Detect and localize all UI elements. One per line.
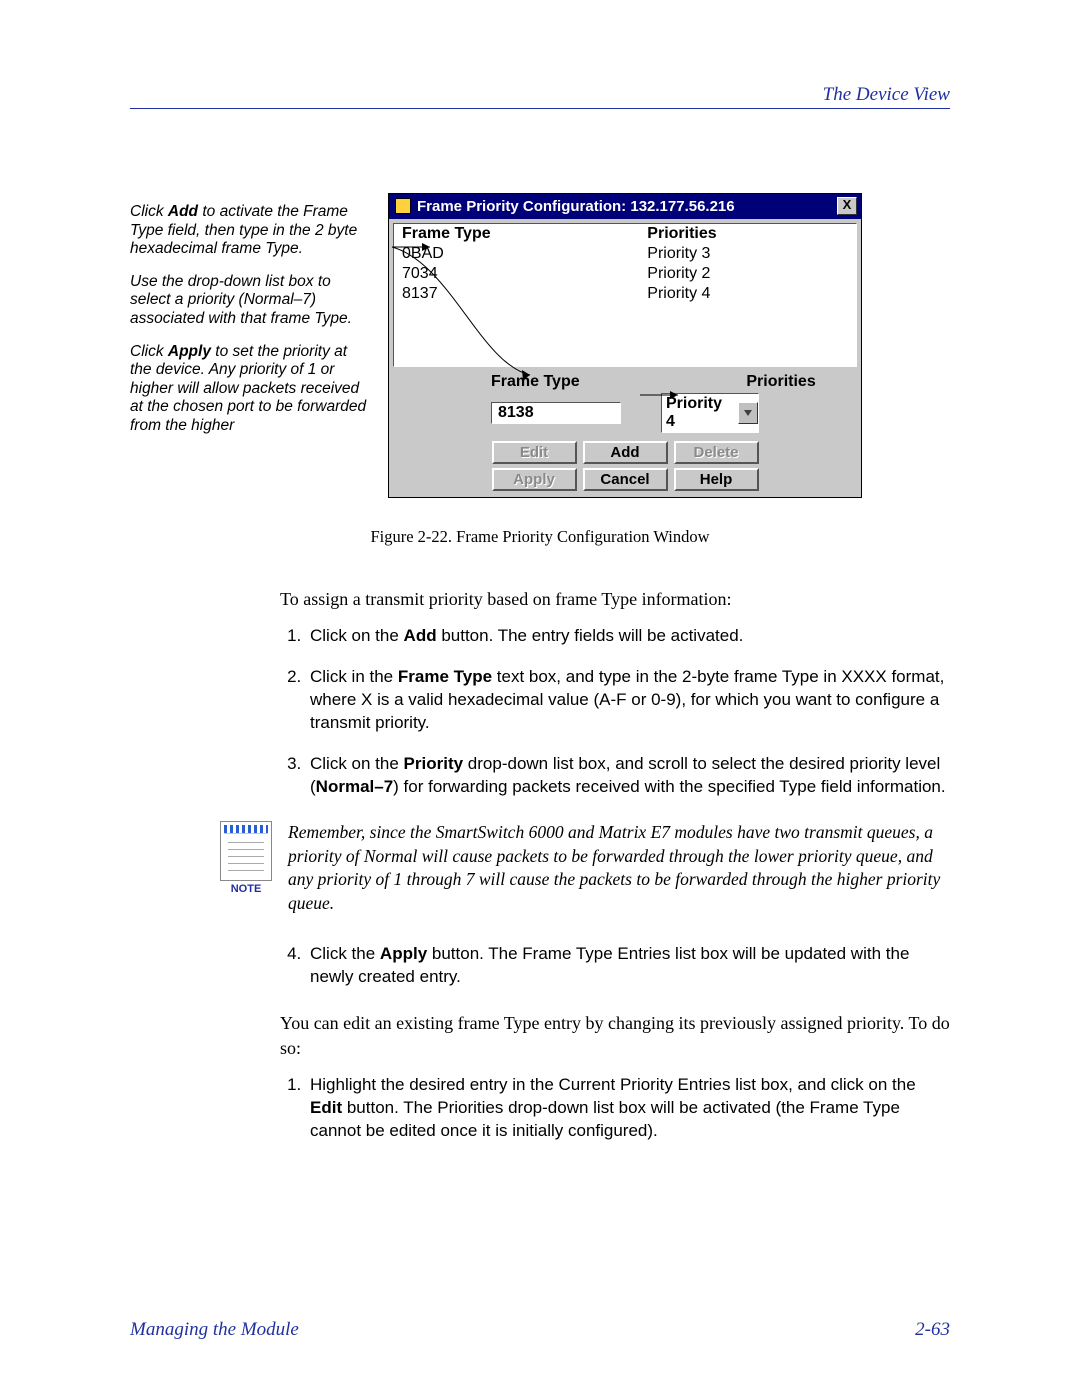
- table-row[interactable]: 0BAD Priority 3: [394, 244, 856, 264]
- frame-type-input[interactable]: 8138: [491, 402, 621, 424]
- body-content: To assign a transmit priority based on f…: [280, 587, 950, 1143]
- delete-button[interactable]: Delete: [674, 441, 759, 464]
- page-footer: Managing the Module 2-63: [130, 1319, 950, 1341]
- note-icon: [220, 821, 272, 881]
- running-header: The Device View: [130, 84, 950, 109]
- footer-right: 2-63: [915, 1319, 950, 1341]
- note-block: NOTE Remember, since the SmartSwitch 600…: [280, 821, 950, 916]
- col-header-frame-type: Frame Type: [402, 225, 647, 243]
- edit-button[interactable]: Edit: [492, 441, 577, 464]
- apply-button[interactable]: Apply: [492, 468, 577, 491]
- entries-listbox[interactable]: Frame Type Priorities 0BAD Priority 3 70…: [393, 223, 857, 367]
- figure-caption: Figure 2-22. Frame Priority Configuratio…: [130, 527, 950, 547]
- col-header-priorities: Priorities: [647, 225, 848, 243]
- side-instructions: Click Add to activate the Frame Type fie…: [130, 203, 370, 450]
- table-row[interactable]: 7034 Priority 2: [394, 264, 856, 284]
- window-title: Frame Priority Configuration: 132.177.56…: [417, 198, 735, 215]
- close-icon[interactable]: X: [837, 197, 857, 215]
- priority-select[interactable]: Priority 4: [661, 393, 759, 433]
- list-item: Click in the Frame Type text box, and ty…: [306, 666, 950, 735]
- list-item: Click on the Add button. The entry field…: [306, 625, 950, 648]
- list-item: Click on the Priority drop-down list box…: [306, 753, 950, 799]
- footer-left: Managing the Module: [130, 1319, 299, 1341]
- add-button[interactable]: Add: [583, 441, 668, 464]
- label-frame-type: Frame Type: [397, 373, 746, 391]
- label-priorities: Priorities: [746, 373, 815, 391]
- list-item: Click the Apply button. The Frame Type E…: [306, 943, 950, 989]
- chevron-down-icon[interactable]: [738, 402, 758, 424]
- window-titlebar[interactable]: Frame Priority Configuration: 132.177.56…: [389, 194, 861, 219]
- help-button[interactable]: Help: [674, 468, 759, 491]
- cancel-button[interactable]: Cancel: [583, 468, 668, 491]
- app-icon: [395, 198, 411, 214]
- table-row[interactable]: 8137 Priority 4: [394, 284, 856, 304]
- figure-area: Click Add to activate the Frame Type fie…: [130, 193, 950, 503]
- note-text: Remember, since the SmartSwitch 6000 and…: [288, 821, 950, 916]
- frame-priority-window: Frame Priority Configuration: 132.177.56…: [388, 193, 862, 498]
- list-item: Highlight the desired entry in the Curre…: [306, 1074, 950, 1143]
